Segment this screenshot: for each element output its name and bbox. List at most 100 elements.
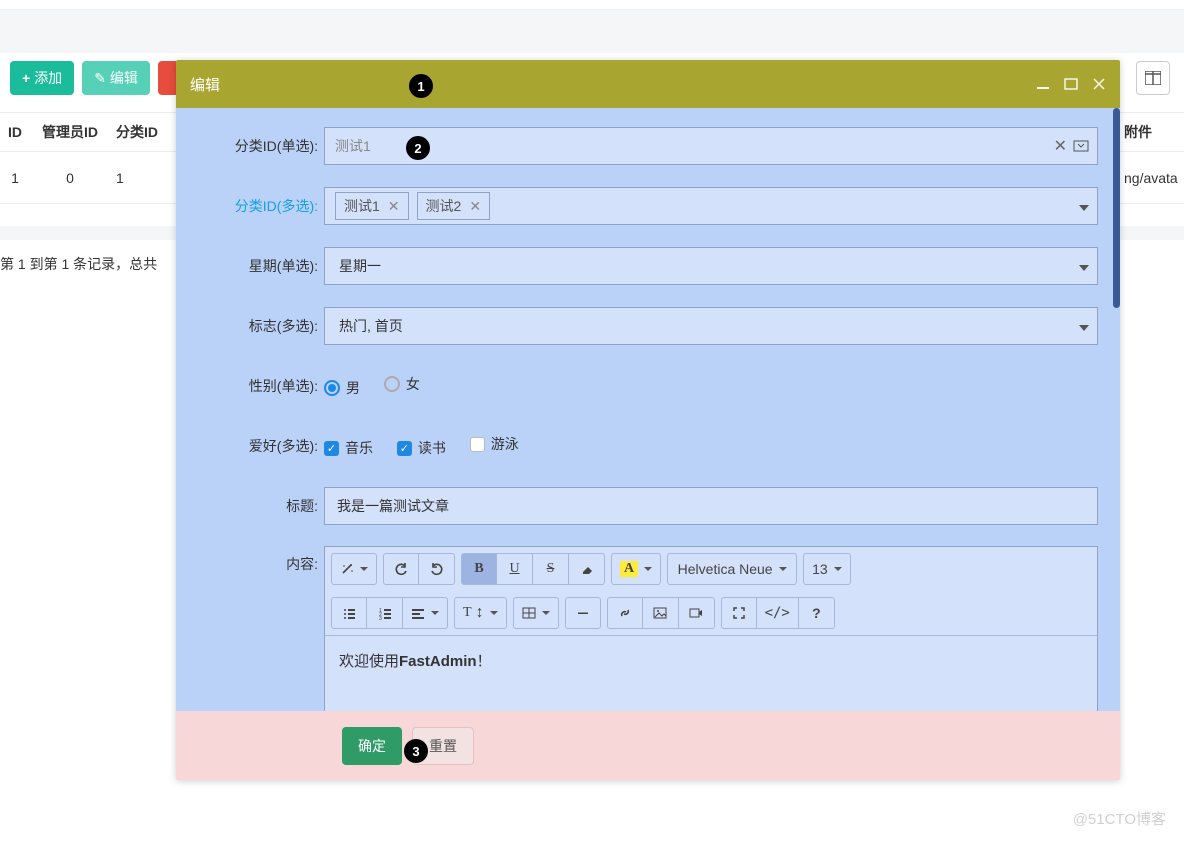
columns-button[interactable] xyxy=(1136,61,1170,95)
category-single-combobox[interactable]: 测试1 ✕ xyxy=(324,127,1098,165)
label-flags: 标志(多选): xyxy=(198,316,324,336)
editor-textarea[interactable]: 欢迎使用FastAdmin！ xyxy=(325,636,1097,711)
week-value: 星期一 xyxy=(339,256,381,276)
label-content: 内容: xyxy=(198,546,324,574)
row-title: 标题: 我是一篇测试文章 xyxy=(198,486,1098,526)
td-admin-id: 0 xyxy=(30,170,110,186)
editor-table-button[interactable] xyxy=(513,597,559,629)
window-buttons xyxy=(1036,77,1106,91)
editor-video-button[interactable] xyxy=(679,597,715,629)
editor-redo-button[interactable] xyxy=(419,553,455,585)
chevron-down-icon[interactable] xyxy=(1079,258,1089,274)
label-title: 标题: xyxy=(198,496,324,516)
th-id: ID xyxy=(0,124,30,140)
tag-item[interactable]: 测试1✕ xyxy=(335,192,409,220)
row-gender: 性别(单选): 男 女 xyxy=(198,366,1098,406)
chevron-down-icon[interactable] xyxy=(1079,318,1089,334)
row-hobby: 爱好(多选): ✓音乐 ✓读书 游泳 xyxy=(198,426,1098,466)
dropdown-icon[interactable] xyxy=(1073,138,1089,154)
flags-value: 热门, 首页 xyxy=(339,316,403,336)
editor-font-size-select[interactable]: 13 xyxy=(803,553,851,585)
minimize-icon[interactable] xyxy=(1036,77,1050,91)
th-category-id: 分类ID xyxy=(110,122,180,142)
svg-text:3: 3 xyxy=(379,616,382,620)
gender-radio-male[interactable]: 男 xyxy=(324,378,360,398)
hobby-check-music[interactable]: ✓音乐 xyxy=(324,438,373,458)
annotation-1: 1 xyxy=(409,74,433,98)
editor-font-color-button[interactable]: A xyxy=(611,553,661,585)
plus-icon xyxy=(22,70,30,86)
category-multi-tagbox[interactable]: 测试1✕ 测试2✕ xyxy=(324,187,1098,225)
title-input[interactable]: 我是一篇测试文章 xyxy=(324,487,1098,525)
editor-toolbar: B U S A Helvetica Neue xyxy=(325,547,1097,636)
add-button[interactable]: 添加 xyxy=(10,61,74,95)
th-admin-id: 管理员ID xyxy=(30,122,110,142)
checkbox-on-icon: ✓ xyxy=(324,441,339,456)
editor-magic-button[interactable] xyxy=(331,553,377,585)
editor-ul-button[interactable] xyxy=(331,597,367,629)
editor-help-button[interactable]: ? xyxy=(799,597,835,629)
submit-button[interactable]: 确定 xyxy=(342,727,402,765)
pager-info: 第 1 到第 1 条记录，总共 xyxy=(0,254,157,274)
editor-codeview-button[interactable]: </> xyxy=(757,597,799,629)
label-gender: 性别(单选): xyxy=(198,376,324,396)
editor-link-button[interactable] xyxy=(607,597,643,629)
editor-fullscreen-button[interactable] xyxy=(721,597,757,629)
label-week: 星期(单选): xyxy=(198,256,324,276)
week-select[interactable]: 星期一 xyxy=(324,247,1098,285)
watermark: @51CTO博客 xyxy=(1073,808,1166,829)
td-attachment: ng/avata xyxy=(1124,170,1184,186)
hobby-check-reading[interactable]: ✓读书 xyxy=(397,438,446,458)
row-category-single: 分类ID(单选): 测试1 ✕ xyxy=(198,126,1098,166)
content-editor: B U S A Helvetica Neue xyxy=(324,546,1098,711)
editor-underline-button[interactable]: U xyxy=(497,553,533,585)
dialog-title: 编辑 xyxy=(190,74,220,95)
label-category-multi: 分类ID(多选): xyxy=(198,196,324,216)
editor-eraser-button[interactable] xyxy=(569,553,605,585)
dialog-titlebar[interactable]: 编辑 xyxy=(176,60,1120,108)
editor-font-family-select[interactable]: Helvetica Neue xyxy=(667,553,797,585)
maximize-icon[interactable] xyxy=(1064,77,1078,91)
editor-strike-button[interactable]: S xyxy=(533,553,569,585)
columns-icon xyxy=(1145,71,1161,85)
annotation-3: 3 xyxy=(404,739,428,763)
clear-icon[interactable]: ✕ xyxy=(1054,136,1067,156)
edit-toolbar-button[interactable]: 编辑 xyxy=(82,61,150,95)
editor-align-button[interactable] xyxy=(403,597,448,629)
editor-hr-button[interactable] xyxy=(565,597,601,629)
chevron-down-icon[interactable] xyxy=(1079,198,1089,214)
row-week: 星期(单选): 星期一 xyxy=(198,246,1098,286)
radio-on-icon xyxy=(324,380,340,396)
edit-form: 分类ID(单选): 测试1 ✕ 分类ID(多选): 测试1✕ xyxy=(176,108,1120,711)
label-category-single: 分类ID(单选): xyxy=(198,136,324,156)
tag-item[interactable]: 测试2✕ xyxy=(417,192,491,220)
td-id: 1 xyxy=(0,170,30,186)
category-single-value: 测试1 xyxy=(335,136,371,156)
editor-bold-button[interactable]: B xyxy=(461,553,497,585)
row-content: 内容: B U xyxy=(198,546,1098,711)
hobby-check-swimming[interactable]: 游泳 xyxy=(470,434,519,454)
editor-ol-button[interactable]: 123 xyxy=(367,597,403,629)
checkbox-off-icon xyxy=(470,437,485,452)
tag-remove-icon[interactable]: ✕ xyxy=(469,198,481,215)
editor-undo-button[interactable] xyxy=(383,553,419,585)
top-strip xyxy=(0,0,1184,10)
editor-image-button[interactable] xyxy=(643,597,679,629)
gender-radio-female[interactable]: 女 xyxy=(384,374,420,394)
radio-off-icon xyxy=(384,376,400,392)
dialog-footer: 确定 重置 xyxy=(176,711,1120,780)
tag-remove-icon[interactable]: ✕ xyxy=(388,198,400,215)
label-hobby: 爱好(多选): xyxy=(198,436,324,456)
dialog-body: 分类ID(单选): 测试1 ✕ 分类ID(多选): 测试1✕ xyxy=(176,108,1120,711)
editor-lineheight-button[interactable]: T↕ xyxy=(454,597,507,629)
flags-select[interactable]: 热门, 首页 xyxy=(324,307,1098,345)
edit-label: 编辑 xyxy=(110,68,138,88)
close-icon[interactable] xyxy=(1092,77,1106,91)
th-attachment: 附件 xyxy=(1124,122,1184,142)
dialog-scrollbar[interactable] xyxy=(1113,108,1120,308)
row-flags: 标志(多选): 热门, 首页 xyxy=(198,306,1098,346)
td-category-id: 1 xyxy=(110,170,180,186)
checkbox-on-icon: ✓ xyxy=(397,441,412,456)
row-category-multi: 分类ID(多选): 测试1✕ 测试2✕ xyxy=(198,186,1098,226)
annotation-2: 2 xyxy=(406,136,430,160)
